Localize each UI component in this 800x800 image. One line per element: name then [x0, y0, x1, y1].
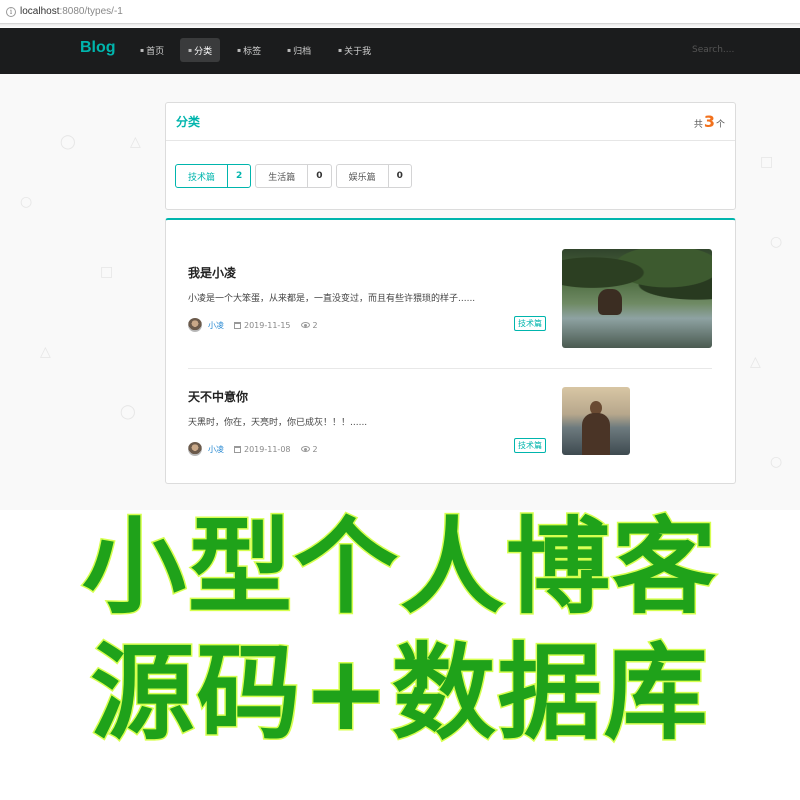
url-text: localhost:8080/types/-1 — [20, 6, 123, 17]
nav-item-types[interactable]: ▪ 分类 — [180, 38, 221, 62]
decor-shape: ○ — [770, 454, 783, 470]
promo-title: 小型个人博客 — [80, 506, 718, 628]
post-title[interactable]: 天不中意你 — [188, 388, 718, 405]
post-list: 我是小凌 小凌是一个大笨蛋，从来都是，一直没变过，而且有些许猥琐的样子.....… — [165, 218, 736, 484]
decor-shape: ◯ — [60, 134, 76, 150]
post-meta: 小凌 2019-11-08 2 — [188, 442, 718, 456]
decor-shape: □ — [100, 264, 114, 280]
types-title: 分类 — [176, 115, 201, 129]
deer-image — [598, 289, 622, 315]
types-count: 共3个 — [693, 112, 725, 131]
post-date: 2019-11-08 — [244, 444, 291, 454]
type-list: 技术篇 2 生活篇 0 娱乐篇 0 — [175, 164, 416, 188]
type-item-life[interactable]: 生活篇 0 — [255, 164, 332, 188]
body-shape — [582, 413, 610, 455]
decor-shape: △ — [750, 354, 761, 370]
address-bar[interactable]: i localhost:8080/types/-1 — [0, 0, 800, 24]
eye-icon — [300, 446, 310, 452]
types-header: 分类 共3个 — [166, 103, 735, 141]
post-type-label[interactable]: 技术篇 — [514, 438, 546, 453]
info-icon: ▪ — [338, 46, 343, 54]
nav-item-home[interactable]: ▪ 首页 — [132, 38, 172, 62]
brand-logo[interactable]: Blog — [80, 39, 116, 57]
avatar — [188, 318, 202, 332]
types-card: 分类 共3个 技术篇 2 生活篇 0 娱乐篇 0 — [165, 102, 736, 210]
author-link[interactable]: 小凌 — [208, 444, 224, 455]
forest-image — [562, 249, 712, 309]
divider — [188, 368, 712, 369]
clone-icon: ▪ — [287, 46, 292, 54]
post-views: 2 — [312, 320, 318, 330]
post-views: 2 — [312, 444, 318, 454]
nav-item-tags[interactable]: ▪ 标签 — [229, 38, 269, 62]
info-icon[interactable]: i — [6, 6, 16, 17]
tags-icon: ▪ — [237, 46, 242, 54]
decor-shape: ◯ — [120, 404, 136, 420]
idea-icon: ▪ — [188, 46, 193, 54]
avatar — [188, 442, 202, 456]
decor-shape: ○ — [770, 234, 783, 250]
calendar-icon — [234, 445, 241, 453]
person-image — [582, 401, 610, 455]
search-input[interactable]: Search.... — [692, 42, 772, 58]
nav-item-about[interactable]: ▪ 关于我 — [330, 38, 379, 62]
decor-shape: ○ — [20, 194, 33, 210]
promo-subtitle: 源码+数据库 — [89, 632, 710, 754]
author-link[interactable]: 小凌 — [208, 320, 224, 331]
post-excerpt: 天黑时，你在，天亮时，你已成灰！！！...... — [188, 418, 368, 428]
decor-shape: □ — [760, 154, 774, 170]
post-image[interactable] — [562, 387, 630, 455]
decor-shape: △ — [40, 344, 51, 360]
list-item: 天不中意你 天黑时，你在，天亮时，你已成灰！！！...... 小凌 2019-1… — [188, 388, 718, 456]
home-icon: ▪ — [140, 46, 145, 54]
post-image[interactable] — [562, 249, 712, 348]
eye-icon — [300, 322, 310, 328]
post-date: 2019-11-15 — [244, 320, 291, 330]
nav-item-archives[interactable]: ▪ 归档 — [279, 38, 319, 62]
calendar-icon — [234, 321, 241, 329]
post-type-label[interactable]: 技术篇 — [514, 316, 546, 331]
type-item-entertainment[interactable]: 娱乐篇 0 — [335, 164, 412, 188]
decor-shape: △ — [130, 134, 141, 150]
type-item-tech[interactable]: 技术篇 2 — [175, 164, 252, 188]
top-nav: Blog ▪ 首页 ▪ 分类 ▪ 标签 ▪ 归档 ▪ 关于我 Search.... — [0, 28, 800, 74]
